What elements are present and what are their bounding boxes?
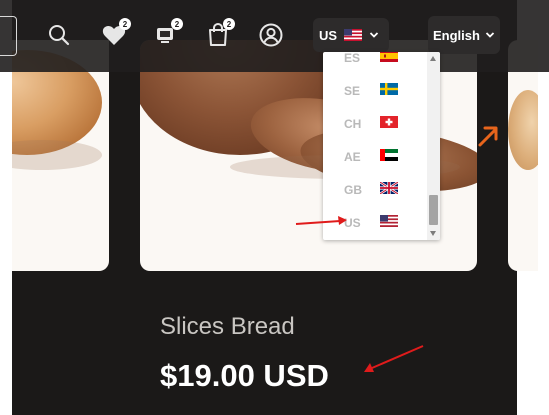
product-page: Slices Bread $19.00 USD 2 2 2 US English… [0, 0, 549, 415]
annotation-arrow-to-price [364, 345, 424, 372]
annotation-layer [295, 126, 498, 372]
carousel-next-arrow-icon[interactable] [478, 126, 498, 147]
annotation-arrow-to-us-option [295, 216, 347, 225]
